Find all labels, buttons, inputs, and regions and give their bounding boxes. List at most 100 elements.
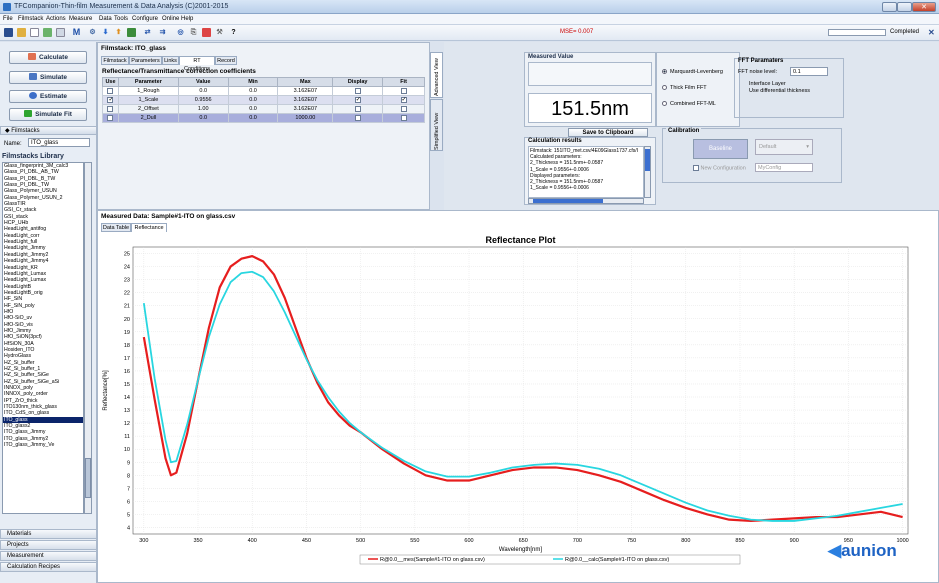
nav-materials[interactable]: Materials	[0, 529, 97, 539]
param-min[interactable]: 0.0	[227, 104, 279, 114]
download-icon[interactable]: ⬇	[101, 28, 110, 37]
calculation-results-box: Calculation results Filmstack: 151ITO_me…	[524, 137, 656, 205]
chart-color-icon[interactable]	[202, 28, 211, 37]
close-button[interactable]: ✕	[912, 2, 936, 12]
param-min[interactable]: 0.0	[227, 86, 279, 96]
filmstacks-header[interactable]: ◆ Filmstacks	[0, 126, 97, 135]
nav-calculation-recipes[interactable]: Calculation Recipes	[0, 562, 97, 572]
tab-simplified-view[interactable]: Simplified View	[430, 99, 443, 151]
param-value[interactable]: 0.0	[177, 86, 229, 96]
simulate-fit-button[interactable]: Simulate Fit	[9, 108, 87, 121]
calculate-button[interactable]: Calculate	[9, 51, 87, 64]
fit-checkbox[interactable]: ✓	[400, 96, 407, 103]
calc-hscrollbar[interactable]	[528, 198, 644, 204]
nav-measurement[interactable]: Measurement	[0, 551, 97, 561]
settings-icon[interactable]: ⚙	[88, 28, 97, 37]
table-icon[interactable]	[127, 28, 136, 37]
filmstacks-library-list[interactable]: Glass_fingerprint_3M_calc3 Glass_PI_DBL_A…	[2, 162, 84, 514]
use-checkbox[interactable]	[107, 114, 114, 121]
arrows-icon[interactable]: ⇄	[143, 28, 152, 37]
link-icon[interactable]: ⇉	[158, 28, 167, 37]
table-row[interactable]: ✓ 1_Scale 0.9556 0.0 3.162E07 ✓ ✓	[102, 95, 425, 105]
scroll-thumb[interactable]	[85, 458, 91, 498]
calc-hscroll-thumb[interactable]	[533, 199, 603, 203]
display-checkbox[interactable]	[354, 87, 361, 94]
interface-layer-option[interactable]: Interface Layer	[749, 81, 786, 87]
tab-parameters[interactable]: Parameters	[129, 56, 162, 65]
measure-m-icon[interactable]: M	[72, 28, 81, 37]
use-checkbox[interactable]	[107, 105, 114, 112]
calc-scrollbar[interactable]	[644, 146, 651, 198]
close-panel-icon[interactable]: ✕	[928, 28, 935, 37]
copy-icon[interactable]: ⎘	[189, 28, 198, 37]
fit-checkbox[interactable]	[400, 87, 407, 94]
estimate-button[interactable]: Estimate	[9, 90, 87, 103]
param-value[interactable]: 0.0	[177, 113, 229, 123]
new-configuration-checkbox[interactable]: New Configuration	[693, 165, 746, 171]
fit-checkbox[interactable]	[400, 114, 407, 121]
table-row[interactable]: 2_Offset 1.00 0.0 3.162E07	[102, 104, 425, 114]
maximize-button[interactable]	[897, 2, 912, 12]
menu-filmstack[interactable]: Filmstack	[18, 16, 43, 22]
differential-thickness-option[interactable]: Use differential thickness	[749, 88, 810, 94]
fft-noise-input[interactable]: 0.1	[790, 67, 828, 76]
param-value[interactable]: 0.9556	[177, 95, 229, 105]
menu-tools[interactable]: Tools	[114, 16, 128, 22]
use-checkbox[interactable]	[107, 87, 114, 94]
use-checkbox[interactable]: ✓	[107, 96, 114, 103]
param-min[interactable]: 0.0	[227, 95, 279, 105]
table-row[interactable]: 1_Rough 0.0 0.0 3.162E07	[102, 86, 425, 96]
param-value[interactable]: 1.00	[177, 104, 229, 114]
window-title: TFCompanion-Thin-film Measurement & Data…	[14, 3, 229, 10]
calibration-dropdown[interactable]: Default ▾	[755, 139, 813, 155]
calc-scroll-thumb[interactable]	[645, 149, 650, 171]
tab-links[interactable]: Links	[162, 56, 179, 65]
radio-combined-fft-ml[interactable]: Combined FFT-ML	[662, 101, 716, 107]
tab-advanced-view[interactable]: Advanced View	[430, 52, 443, 98]
display-checkbox[interactable]: ✓	[354, 96, 361, 103]
fit-checkbox[interactable]	[400, 105, 407, 112]
tab-rt-conditions[interactable]: RT Conditions	[179, 56, 215, 72]
menu-measure[interactable]: Measure	[69, 16, 92, 22]
save-to-clipboard-button[interactable]: Save to Clipboard	[568, 128, 648, 137]
display-checkbox[interactable]	[354, 114, 361, 121]
menu-help[interactable]: Help	[181, 16, 193, 22]
y-tick-label: 18	[124, 343, 130, 349]
target-icon[interactable]: ◎	[176, 28, 185, 37]
tools-icon[interactable]: ⚒	[215, 28, 224, 37]
radio-thick-film-fft[interactable]: Thick Film FFT	[662, 85, 707, 91]
save-icon[interactable]	[4, 28, 13, 37]
menu-file[interactable]: File	[3, 16, 13, 22]
param-max[interactable]: 3.162E07	[277, 104, 334, 114]
menu-online[interactable]: Online	[162, 16, 179, 22]
config-name-input[interactable]: MyConfig	[755, 163, 813, 172]
rt-coefficients-table: Use Parameter Value Min Max Display Fit …	[102, 77, 425, 123]
param-max[interactable]: 3.162E07	[277, 95, 334, 105]
minimize-button[interactable]	[882, 2, 897, 12]
chart-icon[interactable]	[43, 28, 52, 37]
nav-projects[interactable]: Projects	[0, 540, 97, 550]
library-scrollbar[interactable]	[84, 162, 92, 514]
open-folder-icon[interactable]	[17, 28, 26, 37]
calculation-results-text[interactable]: Filmstack: 151ITO_met.csv/4E09Glass1737.…	[528, 146, 644, 198]
upload-icon[interactable]: ⬆	[114, 28, 123, 37]
menu-actions[interactable]: Actions	[46, 16, 66, 22]
tab-filmstack[interactable]: Filmstack	[101, 56, 129, 65]
new-file-icon[interactable]	[30, 28, 39, 37]
param-max[interactable]: 1000.00	[277, 113, 334, 123]
param-min[interactable]: 0.0	[227, 113, 279, 123]
radio-marquardt[interactable]: Marquardt-Levenberg	[662, 69, 723, 75]
menu-data[interactable]: Data	[99, 16, 112, 22]
display-checkbox[interactable]	[354, 105, 361, 112]
param-max[interactable]: 3.162E07	[277, 86, 334, 96]
name-input[interactable]: ITO_glass	[28, 138, 90, 147]
help-icon[interactable]: ?	[229, 28, 238, 37]
menu-configure[interactable]: Configure	[132, 16, 158, 22]
library-item[interactable]: ITO_glass_Jimmy_Ve	[3, 442, 83, 448]
table-row[interactable]: 2_Dull 0.0 0.0 1000.00	[102, 113, 425, 123]
baseline-button[interactable]: Baseline	[693, 139, 748, 159]
tab-record[interactable]: Record	[215, 56, 237, 65]
y-tick-label: 17	[124, 356, 130, 362]
grid-icon[interactable]	[56, 28, 65, 37]
simulate-button[interactable]: Simulate	[9, 71, 87, 84]
